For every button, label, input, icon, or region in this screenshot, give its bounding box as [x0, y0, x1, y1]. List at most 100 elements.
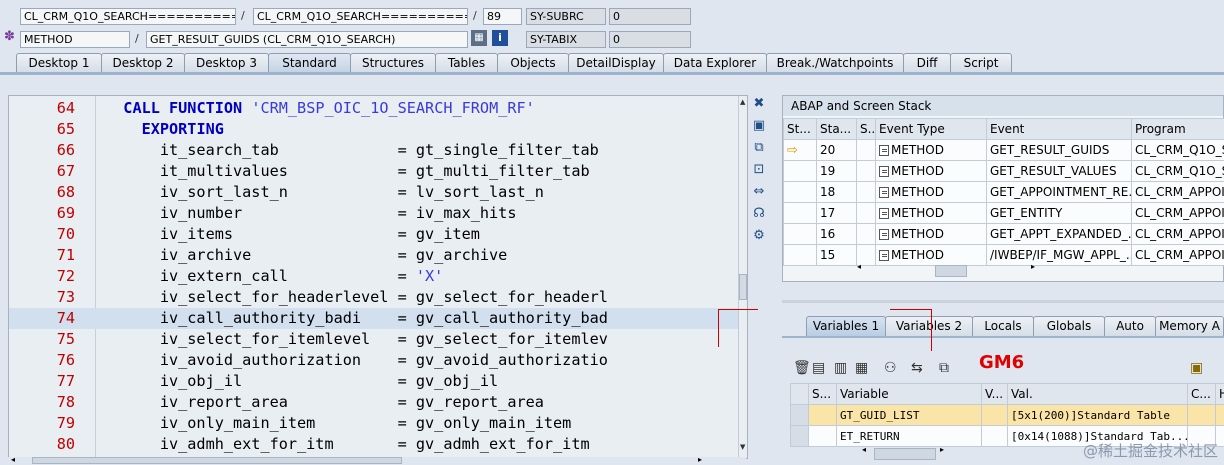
code-line[interactable]: 72 iv_extern_call = 'X' — [9, 266, 747, 287]
stack-row[interactable]: 19 METHOD GET_RESULT_VALUESCL_CRM_Q1O_SEAR… — [783, 160, 1224, 182]
tab-tables[interactable]: Tables — [435, 53, 498, 72]
delete-icon[interactable]: 🗑 — [793, 360, 811, 376]
variables-horizontal-scrollbar[interactable]: ◂ ▸ — [862, 445, 962, 460]
code-line[interactable]: 77 iv_obj_il = gv_obj_il — [9, 371, 747, 392]
variables-column-header[interactable]: Variable — [836, 383, 982, 405]
stack-row[interactable]: 17 METHOD GET_ENTITYCL_CRM_APPOINTMENT — [783, 202, 1224, 224]
new-window-icon[interactable]: ⧉ — [939, 360, 949, 376]
tab-script[interactable]: Script — [950, 53, 1012, 72]
code-line[interactable]: 68 iv_sort_last_n = lv_sort_last_n — [9, 182, 747, 203]
stack-horizontal-scrollbar[interactable]: ◂ ▸ — [855, 262, 1035, 277]
hscroll-thumb[interactable] — [32, 457, 402, 464]
stack-column-header[interactable]: Event Type — [875, 118, 987, 140]
editor-horizontal-scrollbar[interactable]: ◂ ▸ — [8, 455, 746, 465]
code-line[interactable]: 74 iv_call_authority_badi = gv_call_auth… — [9, 308, 747, 329]
transfer-icon[interactable]: ⇆ — [911, 360, 923, 376]
tab-objects[interactable]: Objects — [497, 53, 569, 72]
tab-detaildisplay[interactable]: DetailDisplay — [568, 53, 664, 72]
code-line[interactable]: 67 it_multivalues = gt_multi_filter_tab — [9, 161, 747, 182]
vars-hscroll-thumb[interactable] — [874, 448, 936, 460]
stack-column-header[interactable]: Sta... — [816, 118, 857, 140]
delete-row-icon[interactable]: ▦ — [855, 360, 868, 376]
variable-row[interactable]: GT_GUID_LIST [5x1(200)]Standard Table — [790, 404, 1224, 426]
services-icon[interactable]: ⚙ — [750, 227, 768, 245]
stack-row[interactable]: 15 METHOD/IWBEP/IF_MGW_APPL_... CL_CRM_APP… — [783, 244, 1224, 266]
variables-column-header[interactable]: S... — [808, 383, 837, 405]
close-icon[interactable]: ✖ — [750, 95, 768, 113]
tab-breakpoints[interactable]: Break./Watchpoints — [766, 53, 904, 72]
tab-structures[interactable]: Structures — [350, 53, 436, 72]
scroll-right-icon[interactable]: ▸ — [698, 455, 702, 464]
code-line[interactable]: 73 iv_select_for_headerlevel = gv_select… — [9, 287, 747, 308]
row-selector[interactable] — [790, 404, 809, 426]
scroll-thumb[interactable] — [739, 274, 747, 300]
filter-icon[interactable]: ⚇ — [884, 360, 897, 376]
row-selector[interactable] — [790, 425, 809, 447]
stack-row[interactable]: 18 METHOD GET_APPOINTMENT_RE... CL_CRM_APPO… — [783, 181, 1224, 203]
variable-value[interactable]: [5x1(200)]Standard Table — [1007, 404, 1188, 426]
program-field[interactable]: CL_CRM_Q1O_SEARCH============ — [20, 8, 236, 25]
variables-column-header[interactable]: Val. — [1007, 383, 1188, 405]
code-line[interactable]: 65 EXPORTING — [9, 119, 747, 140]
resize-icon[interactable]: ⇔ — [750, 183, 768, 201]
new-tool-icon[interactable]: ▣ — [750, 117, 768, 135]
tab-standard[interactable]: Standard — [268, 53, 351, 72]
code-line[interactable]: 79 iv_only_main_item = gv_only_main_item — [9, 413, 747, 434]
scroll-left-icon[interactable]: ◂ — [862, 445, 866, 454]
variables-column-header[interactable]: H — [1215, 383, 1224, 405]
variable-name[interactable]: ET_RETURN — [836, 425, 982, 447]
stack-column-header[interactable]: St... — [783, 118, 817, 140]
scroll-up-icon[interactable]: ▲ — [740, 98, 745, 106]
scroll-down-icon[interactable]: ▼ — [740, 443, 745, 451]
insert-row-icon[interactable]: ▤ — [812, 360, 825, 376]
panel-divider[interactable] — [782, 300, 1224, 303]
scroll-right-icon[interactable]: ▸ — [1031, 262, 1035, 271]
variable-name[interactable]: GT_GUID_LIST — [836, 404, 982, 426]
tab-desktop-1[interactable]: Desktop 1 — [16, 53, 102, 72]
code-line[interactable]: 75 iv_select_for_itemlevel = gv_select_f… — [9, 329, 747, 350]
code-line[interactable]: 70 iv_items = gv_item — [9, 224, 747, 245]
stack-row[interactable]: ⇨ 20 METHOD GET_RESULT_GUIDSCL_CRM_Q1O_SEAR… — [783, 139, 1224, 161]
scroll-left-icon[interactable]: ◂ — [857, 262, 861, 271]
stack-column-header[interactable]: Program — [1131, 118, 1224, 140]
tab-desktop-2[interactable]: Desktop 2 — [101, 53, 185, 72]
stack-row[interactable]: 16 METHOD GET_APPT_EXPANDED_... CL_CRM_APPO… — [783, 223, 1224, 245]
code-line[interactable]: 64 CALL FUNCTION 'CRM_BSP_OIC_1O_SEARCH_… — [9, 98, 747, 119]
code-line[interactable]: 78 iv_report_area = gv_report_area — [9, 392, 747, 413]
editor-vertical-scrollbar[interactable]: ▲ ▼ — [738, 96, 747, 458]
current-marker-cell — [783, 223, 817, 245]
headset-icon[interactable]: ☊ — [750, 205, 768, 223]
code-line[interactable]: 69 iv_number = iv_max_hits — [9, 203, 747, 224]
stack-column-header[interactable]: Event — [986, 118, 1132, 140]
tab-globals[interactable]: Globals — [1033, 316, 1105, 336]
line-number-field[interactable]: 89 — [483, 8, 522, 25]
variables-column-header[interactable]: V... — [981, 383, 1008, 405]
event-name-field[interactable]: GET_RESULT_GUIDS (CL_CRM_Q1O_SEARCH) — [146, 31, 468, 48]
scroll-left-icon[interactable]: ◂ — [11, 455, 15, 464]
save-icon[interactable]: ▣ — [1190, 360, 1203, 376]
swap-tool-icon[interactable]: ⧉ — [750, 139, 768, 157]
tab-desktop-3[interactable]: Desktop 3 — [184, 53, 269, 72]
navigate-icon[interactable]: ▦ — [471, 30, 487, 46]
tab-auto[interactable]: Auto — [1104, 316, 1156, 336]
scroll-right-icon[interactable]: ▸ — [940, 445, 944, 454]
code-line[interactable]: 66 it_search_tab = gt_single_filter_tab — [9, 140, 747, 161]
fullscreen-icon[interactable]: ⊡ — [750, 161, 768, 179]
include-field[interactable]: CL_CRM_Q1O_SEARCH============ — [253, 8, 468, 25]
tab-diff[interactable]: Diff — [903, 53, 951, 72]
event-type-field[interactable]: METHOD — [20, 31, 130, 48]
tab-data-explorer[interactable]: Data Explorer — [663, 53, 767, 72]
variables-column-header[interactable]: C... — [1187, 383, 1216, 405]
code-line[interactable]: 71 iv_archive = gv_archive — [9, 245, 747, 266]
tab-variables-1[interactable]: Variables 1 — [806, 316, 886, 336]
source-code-editor[interactable]: 64 CALL FUNCTION 'CRM_BSP_OIC_1O_SEARCH_… — [8, 95, 748, 459]
append-row-icon[interactable]: ▥ — [834, 360, 847, 376]
tab-memory-analysis[interactable]: Memory A — [1155, 316, 1224, 336]
code-line[interactable]: 80 iv_admh_ext_for_itm = gv_admh_ext_for… — [9, 434, 747, 455]
info-icon[interactable]: i — [492, 30, 508, 46]
stack-hscroll-thumb[interactable] — [935, 265, 967, 277]
code-line[interactable]: 76 iv_avoid_authorization = gv_avoid_aut… — [9, 350, 747, 371]
stack-column-header[interactable]: S... — [856, 118, 876, 140]
tab-locals[interactable]: Locals — [972, 316, 1034, 336]
tab-variables-2[interactable]: Variables 2 — [885, 316, 973, 336]
